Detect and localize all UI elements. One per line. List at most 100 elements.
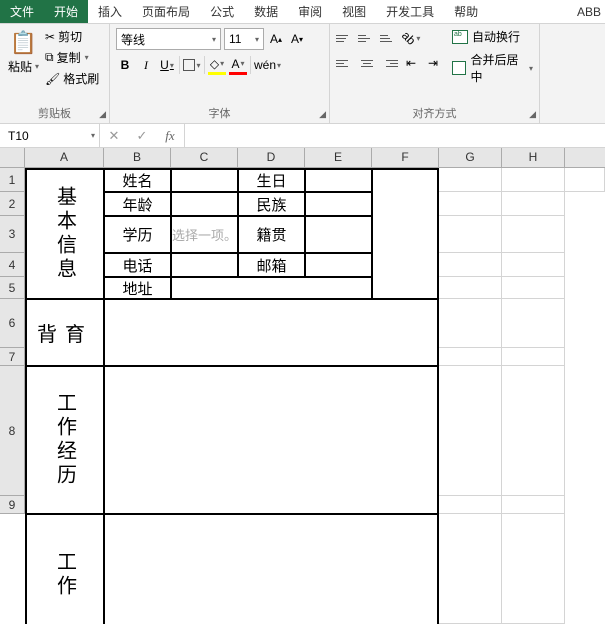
cell-education-label[interactable]: 学历: [104, 216, 171, 253]
worksheet[interactable]: A B C D E F G H 1 2 3 4 5 6 7 8 9 基本信息 姓…: [0, 148, 605, 624]
cell-phone-label[interactable]: 电话: [104, 253, 171, 277]
cell[interactable]: [439, 216, 502, 253]
increase-font-button[interactable]: A▴: [267, 29, 285, 49]
cell[interactable]: [502, 299, 565, 348]
cell[interactable]: [502, 277, 565, 299]
cell-native-place-value[interactable]: [305, 216, 372, 253]
cell-photo-placeholder[interactable]: [372, 168, 439, 299]
fill-color-button[interactable]: ◇▾: [208, 55, 226, 75]
border-button[interactable]: ▾: [183, 55, 201, 75]
cell-birthday-value[interactable]: [305, 168, 372, 192]
cell-age-label[interactable]: 年龄: [104, 192, 171, 216]
cell-phone-value[interactable]: [171, 253, 238, 277]
col-header-d[interactable]: D: [238, 148, 305, 167]
insert-function-button[interactable]: fx: [156, 128, 184, 144]
cell-edu-bg-content[interactable]: [104, 299, 439, 366]
col-header-a[interactable]: A: [25, 148, 104, 167]
cell[interactable]: [439, 496, 502, 514]
row-header-7[interactable]: 7: [0, 348, 25, 366]
cell[interactable]: [439, 192, 502, 216]
dialog-launcher-clipboard[interactable]: ◢: [99, 109, 106, 120]
tab-page-layout[interactable]: 页面布局: [132, 0, 200, 23]
cell[interactable]: [439, 253, 502, 277]
align-middle-button[interactable]: [358, 29, 376, 47]
cancel-formula-button[interactable]: ✕: [100, 128, 128, 144]
tab-help[interactable]: 帮助: [444, 0, 488, 23]
cell[interactable]: [502, 253, 565, 277]
cell[interactable]: [439, 348, 502, 366]
font-color-button[interactable]: A▾: [229, 55, 247, 75]
formula-input[interactable]: [185, 124, 605, 147]
font-size-combo[interactable]: 11▾: [224, 28, 264, 50]
cell[interactable]: [439, 168, 502, 192]
tab-view[interactable]: 视图: [332, 0, 376, 23]
row-header-1[interactable]: 1: [0, 168, 25, 192]
cell[interactable]: [439, 366, 502, 496]
decrease-font-button[interactable]: A▾: [288, 29, 306, 49]
row-header-4[interactable]: 4: [0, 253, 25, 277]
align-right-button[interactable]: [380, 54, 398, 72]
align-center-button[interactable]: [358, 54, 376, 72]
row-header-3[interactable]: 3: [0, 216, 25, 253]
bold-button[interactable]: B: [116, 55, 134, 75]
cell-section-work-2[interactable]: 工作: [25, 514, 104, 624]
tab-developer[interactable]: 开发工具: [376, 0, 444, 23]
font-name-combo[interactable]: 等线▾: [116, 28, 221, 50]
tab-review[interactable]: 审阅: [288, 0, 332, 23]
increase-indent-button[interactable]: ⇥: [424, 53, 442, 73]
decrease-indent-button[interactable]: ⇤: [402, 53, 420, 73]
name-box[interactable]: T10▾: [0, 124, 100, 147]
cell-ethnicity-value[interactable]: [305, 192, 372, 216]
col-header-b[interactable]: B: [104, 148, 171, 167]
cell[interactable]: [502, 168, 565, 192]
col-header-g[interactable]: G: [439, 148, 502, 167]
cell-email-value[interactable]: [305, 253, 372, 277]
cell-work-2-content[interactable]: [104, 514, 439, 624]
cell-name-label[interactable]: 姓名: [104, 168, 171, 192]
cell[interactable]: [502, 514, 565, 624]
cell-section-work-exp[interactable]: 工作经历: [25, 366, 104, 514]
cell[interactable]: [439, 514, 502, 624]
align-left-button[interactable]: [336, 54, 354, 72]
cell-address-value[interactable]: [171, 277, 372, 299]
underline-button[interactable]: U▾: [158, 55, 176, 75]
cell[interactable]: [439, 277, 502, 299]
cell-section-edu-bg[interactable]: 背育: [25, 299, 104, 366]
select-all-corner[interactable]: [0, 148, 25, 167]
align-top-button[interactable]: [336, 29, 354, 47]
cell-address-label[interactable]: 地址: [104, 277, 171, 299]
merge-center-button[interactable]: 合并后居中▾: [452, 51, 533, 85]
tab-insert[interactable]: 插入: [88, 0, 132, 23]
orientation-button[interactable]: ab▾: [402, 28, 420, 48]
cell[interactable]: [502, 348, 565, 366]
cell-age-value[interactable]: [171, 192, 238, 216]
dialog-launcher-font[interactable]: ◢: [319, 109, 326, 120]
cell[interactable]: [502, 216, 565, 253]
cell-section-basic-info[interactable]: 基本信息: [25, 168, 104, 299]
phonetic-button[interactable]: wén▾: [254, 55, 281, 75]
cell-name-value[interactable]: [171, 168, 238, 192]
cell-email-label[interactable]: 邮箱: [238, 253, 305, 277]
col-header-h[interactable]: H: [502, 148, 565, 167]
row-header-9[interactable]: 9: [0, 496, 25, 514]
col-header-f[interactable]: F: [372, 148, 439, 167]
tab-file[interactable]: 文件: [0, 0, 44, 23]
tab-data[interactable]: 数据: [244, 0, 288, 23]
wrap-text-button[interactable]: ab自动换行: [452, 28, 533, 45]
col-header-e[interactable]: E: [305, 148, 372, 167]
copy-button[interactable]: ⧉复制▾: [45, 49, 99, 66]
format-painter-button[interactable]: 🖌格式刷: [45, 70, 99, 87]
cell[interactable]: [502, 192, 565, 216]
cell[interactable]: [565, 168, 605, 192]
dialog-launcher-alignment[interactable]: ◢: [529, 109, 536, 120]
row-header-8[interactable]: 8: [0, 366, 25, 496]
cell[interactable]: [502, 496, 565, 514]
cell-native-place-label[interactable]: 籍贯: [238, 216, 305, 253]
enter-formula-button[interactable]: ✓: [128, 128, 156, 144]
cell-ethnicity-label[interactable]: 民族: [238, 192, 305, 216]
paste-button[interactable]: 📋 粘贴▾: [6, 28, 41, 87]
row-header-6[interactable]: 6: [0, 299, 25, 348]
cell[interactable]: [439, 299, 502, 348]
cell-birthday-label[interactable]: 生日: [238, 168, 305, 192]
cut-button[interactable]: ✂剪切: [45, 28, 99, 45]
